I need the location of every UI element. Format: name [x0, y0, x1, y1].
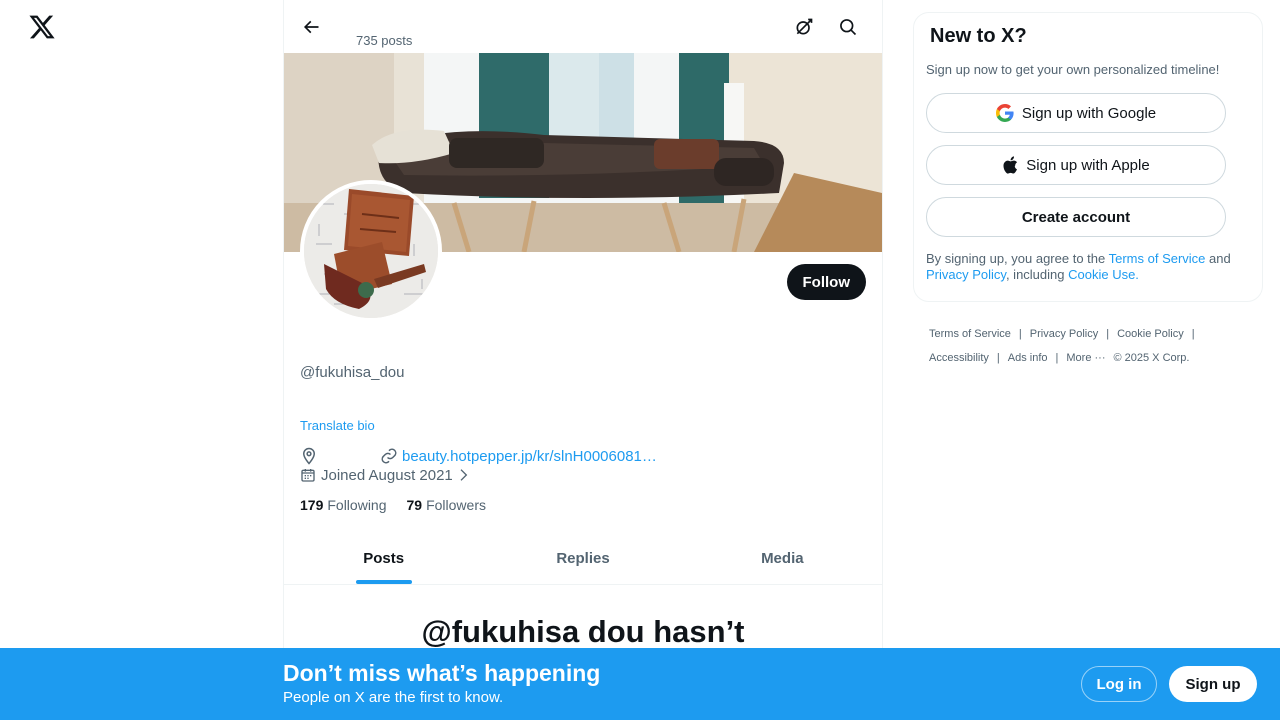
followers-stat[interactable]: 79 Followers — [407, 497, 486, 513]
tab-replies[interactable]: Replies — [483, 532, 682, 584]
empty-state-title: @fukuhisa dou hasn’t — [421, 614, 745, 649]
left-nav — [0, 0, 284, 720]
following-stat[interactable]: 179 Following — [300, 497, 387, 513]
profile-meta: beauty.hotpepper.jp/kr/slnH0006081… — [300, 446, 657, 466]
footer-privacy-link[interactable]: Privacy Policy — [1030, 328, 1098, 340]
profile-tabs: Posts Replies Media — [284, 532, 882, 585]
profile-avatar[interactable] — [300, 180, 442, 322]
post-count: 735 posts — [356, 33, 413, 48]
footer-separator: | — [1106, 328, 1110, 340]
profile-handle: @fukuhisa_dou — [300, 364, 405, 381]
footer-ads-link[interactable]: Ads info — [1008, 352, 1048, 364]
create-account-button[interactable]: Create account — [926, 197, 1226, 237]
footer-row-2: Accessibility | Ads info | More ··· © 2025 X … — [929, 346, 1249, 370]
translate-bio-link[interactable]: Translate bio — [300, 418, 375, 433]
footer-row-1: Terms of Service | Privacy Policy | Cookie P… — [929, 322, 1249, 346]
legal-and: and — [1205, 251, 1231, 266]
grok-icon — [796, 18, 813, 35]
website-link[interactable]: beauty.hotpepper.jp/kr/slnH0006081… — [380, 447, 657, 465]
cookie-link[interactable]: Cookie Use. — [1068, 267, 1139, 282]
legal-including: , including — [1005, 267, 1069, 282]
footer-separator: | — [1055, 352, 1059, 364]
back-button[interactable] — [293, 9, 329, 45]
profile-column: 735 posts Follow @fukuhisa_dou Translate… — [283, 0, 883, 720]
google-icon — [995, 104, 1014, 122]
bottom-signup-bar: Don’t miss what’s happening People on X … — [0, 648, 1280, 720]
calendar-icon — [301, 469, 315, 482]
chevron-right-icon — [460, 469, 468, 481]
apple-icon — [1003, 156, 1018, 174]
followers-count: 79 — [406, 497, 423, 513]
signup-google-label: Sign up with Google — [1021, 104, 1157, 122]
signup-apple-button[interactable]: Sign up with Apple — [926, 145, 1226, 185]
joined-date[interactable]: Joined August 2021 — [300, 465, 476, 485]
signup-panel-subtitle: Sign up now to get your own personalized… — [926, 62, 1220, 77]
bottom-bar-subtitle: People on X are the first to know. — [283, 689, 504, 706]
footer-separator: | — [1191, 328, 1195, 340]
profile-header-bar: 735 posts — [284, 0, 882, 53]
terms-link[interactable]: Terms of Service — [1109, 251, 1206, 266]
footer-links: Terms of Service | Privacy Policy | Cookie P… — [929, 322, 1249, 370]
signup-button[interactable]: Sign up — [1169, 666, 1257, 702]
privacy-link[interactable]: Privacy Policy — [926, 267, 1006, 282]
footer-terms-link[interactable]: Terms of Service — [929, 328, 1011, 340]
follow-button[interactable]: Follow — [786, 264, 866, 300]
joined-text: Joined August 2021 — [321, 466, 453, 484]
footer-copyright: © 2025 X Corp. — [1113, 352, 1190, 364]
signup-google-button[interactable]: Sign up with Google — [926, 93, 1226, 133]
signup-panel-title: New to X? — [930, 25, 1027, 47]
location-pin-icon — [302, 447, 316, 465]
website-link-text[interactable]: beauty.hotpepper.jp/kr/slnH0006081… — [402, 448, 657, 465]
signup-apple-label: Sign up with Apple — [1026, 156, 1150, 174]
footer-more-link[interactable]: More ··· — [1066, 352, 1105, 364]
footer-accessibility-link[interactable]: Accessibility — [929, 352, 989, 364]
following-label: Following — [327, 497, 387, 513]
followers-label: Followers — [426, 497, 486, 513]
x-logo-icon[interactable] — [28, 12, 56, 42]
search-icon — [840, 19, 857, 36]
search-button[interactable] — [830, 9, 866, 45]
legal-prefix: By signing up, you agree to the — [926, 251, 1109, 266]
bottom-bar-title: Don’t miss what’s happening — [283, 660, 601, 686]
arrow-left-icon — [303, 20, 319, 34]
follow-stats: 179 Following 79 Followers — [300, 497, 506, 513]
location — [300, 447, 380, 465]
login-button[interactable]: Log in — [1081, 666, 1157, 702]
signup-panel: New to X? Sign up now to get your own pe… — [913, 12, 1263, 302]
link-icon — [381, 448, 397, 464]
tab-posts[interactable]: Posts — [284, 532, 483, 584]
footer-separator: | — [1018, 328, 1022, 340]
signup-legal-text: By signing up, you agree to the Terms of… — [926, 251, 1256, 283]
following-count: 179 — [300, 497, 324, 513]
footer-separator: | — [996, 352, 1000, 364]
tab-media[interactable]: Media — [683, 532, 882, 584]
footer-cookie-link[interactable]: Cookie Policy — [1117, 328, 1184, 340]
grok-button[interactable] — [786, 9, 822, 45]
